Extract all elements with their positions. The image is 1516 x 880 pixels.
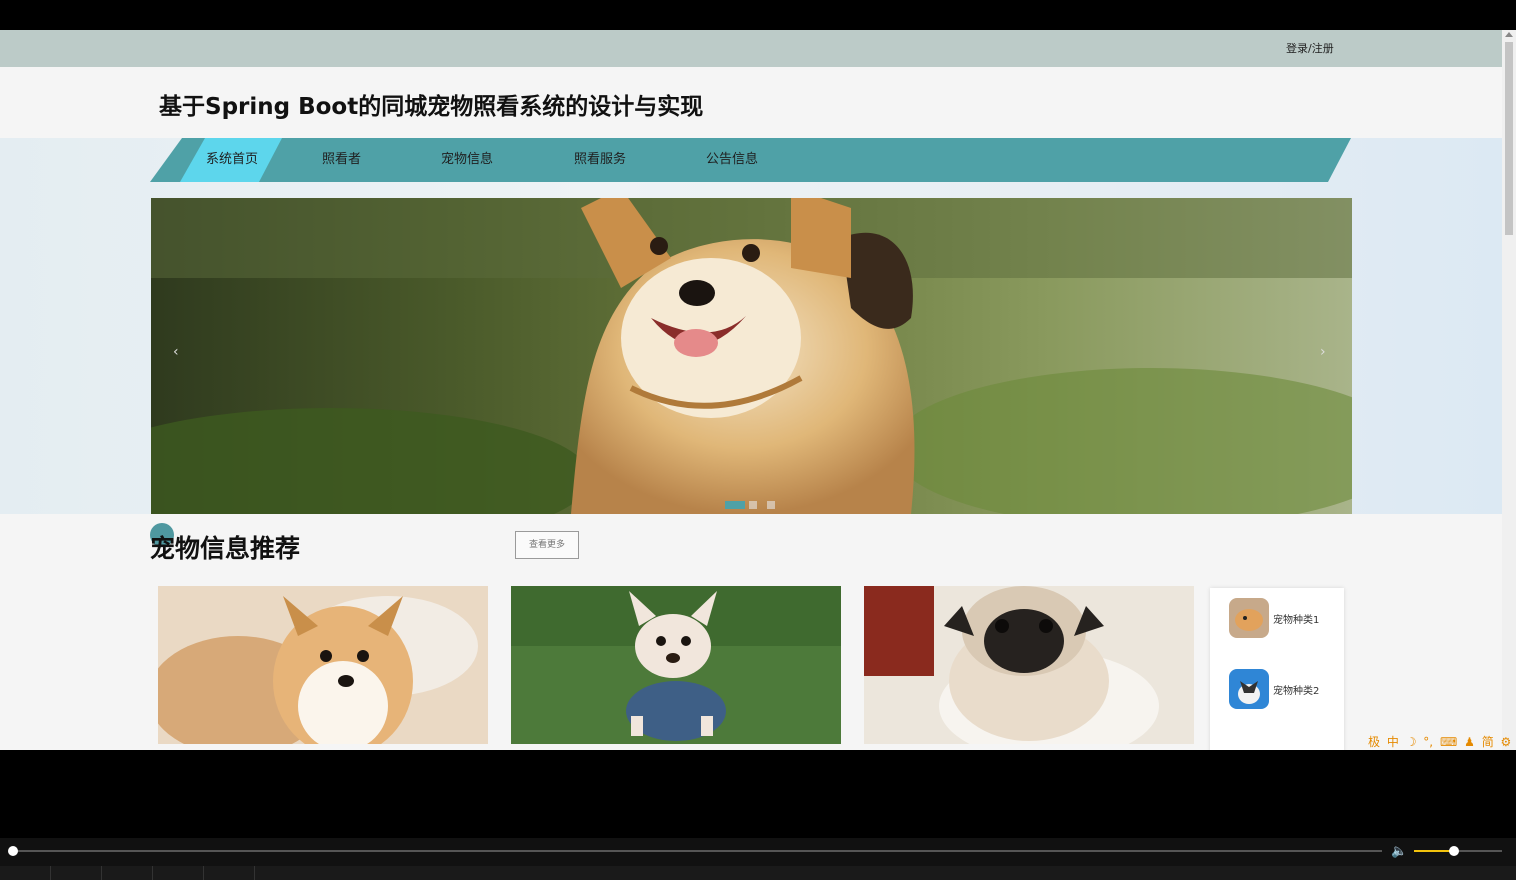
volume-icon[interactable]: 🔈: [1391, 844, 1407, 859]
seek-bar[interactable]: [10, 850, 1382, 852]
seek-knob[interactable]: [8, 846, 18, 856]
pet-category-panel: 宠物种类1 宠物种类2: [1210, 588, 1344, 750]
login-register-link[interactable]: 登录/注册: [1286, 40, 1334, 56]
scroll-up-arrow-icon[interactable]: [1505, 32, 1513, 37]
pet-recommend-section: 宠物信息推荐 查看更多 宠物种类1 宠物种类2: [0, 514, 1502, 750]
carousel-prev-arrow[interactable]: ‹: [173, 344, 179, 360]
nav-item-home[interactable]: 系统首页: [206, 138, 258, 182]
player-tab[interactable]: [204, 866, 255, 880]
ime-user-icon[interactable]: ♟: [1464, 735, 1475, 749]
pet-card-1[interactable]: [158, 586, 488, 744]
category-item-1[interactable]: 宠物种类1: [1229, 598, 1339, 638]
ime-punctuation-icon[interactable]: °,: [1423, 735, 1433, 749]
ime-settings-icon[interactable]: ⚙: [1501, 735, 1512, 749]
ime-logo-icon[interactable]: 极: [1368, 735, 1380, 749]
volume-fill: [1414, 850, 1454, 852]
carousel-dot-1[interactable]: [725, 501, 745, 509]
nav-item-care-service[interactable]: 照看服务: [574, 138, 626, 182]
view-more-button[interactable]: 查看更多: [515, 531, 579, 559]
browser-viewport: 登录/注册 基于Spring Boot的同城宠物照看系统的设计与实现 系统首页 …: [0, 30, 1516, 750]
section-title: 宠物信息推荐: [150, 534, 301, 563]
player-tab[interactable]: [0, 866, 51, 880]
player-tab[interactable]: [102, 866, 153, 880]
category-item-2[interactable]: 宠物种类2: [1229, 669, 1339, 709]
site-header: 基于Spring Boot的同城宠物照看系统的设计与实现: [0, 67, 1502, 138]
pet-card-3[interactable]: [864, 586, 1194, 744]
carousel-dot-2[interactable]: [749, 501, 757, 509]
carousel-next-arrow[interactable]: ›: [1320, 344, 1326, 360]
nav-item-pet-info[interactable]: 宠物信息: [441, 138, 493, 182]
page-scrollbar[interactable]: [1502, 30, 1516, 750]
corgi-puppy-photo: [158, 586, 488, 744]
player-tab[interactable]: [51, 866, 102, 880]
scroll-thumb[interactable]: [1505, 42, 1513, 235]
hero-carousel[interactable]: ‹ ›: [151, 198, 1352, 514]
top-bar: 登录/注册: [0, 30, 1502, 67]
husky-thumbnail: [1229, 669, 1269, 709]
volume-knob[interactable]: [1448, 846, 1459, 856]
ime-toolbar[interactable]: 极 中 ☽ °, ⌨ ♟ 简 ⚙: [1368, 733, 1514, 749]
ime-keyboard-icon[interactable]: ⌨: [1440, 735, 1457, 749]
pug-puppy-photo: [864, 586, 1194, 744]
volume-slider[interactable]: [1414, 846, 1502, 856]
french-bulldog-puppy-photo: [511, 586, 841, 744]
carousel-dot-3[interactable]: [767, 501, 775, 509]
player-tab[interactable]: [153, 866, 204, 880]
ime-chinese-mode[interactable]: 中: [1387, 735, 1399, 749]
player-tab-strip: [0, 866, 1516, 880]
nav-item-announcements[interactable]: 公告信息: [706, 138, 758, 182]
ime-moon-icon[interactable]: ☽: [1406, 735, 1417, 749]
video-player-controls: 🔈: [0, 838, 1516, 880]
dog-thumbnail: [1229, 598, 1269, 638]
pet-card-2[interactable]: [511, 586, 841, 744]
category-label-1: 宠物种类1: [1273, 615, 1320, 626]
category-label-2: 宠物种类2: [1273, 686, 1320, 697]
ime-simplified-toggle[interactable]: 简: [1482, 735, 1494, 749]
corgi-running-photo: [151, 198, 1352, 514]
nav-item-caretakers[interactable]: 照看者: [322, 138, 361, 182]
site-title: 基于Spring Boot的同城宠物照看系统的设计与实现: [159, 94, 704, 120]
main-nav: 系统首页 照看者 宠物信息 照看服务 公告信息: [150, 138, 1351, 182]
